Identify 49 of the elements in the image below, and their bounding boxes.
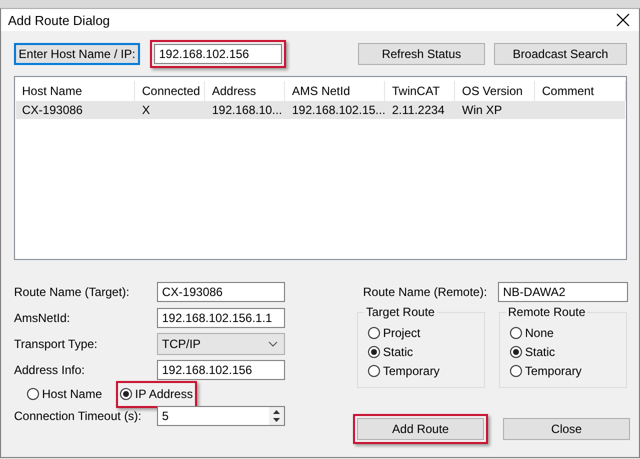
text-field[interactable]: 192.168.102.156 — [157, 360, 285, 380]
field-label: AmsNetId: — [14, 311, 72, 325]
text-field[interactable]: NB-DAWA2 — [498, 282, 628, 302]
host-input[interactable]: 192.168.102.156 — [154, 44, 282, 64]
table-row[interactable]: CX-193086 X 192.168.10... 192.168.102.15... 2.11.2234 Win XP — [16, 101, 625, 119]
text-field[interactable]: 192.168.102.156.1.1 — [157, 308, 285, 328]
close-button[interactable]: Close — [503, 418, 630, 440]
table-cell-text: X — [141, 102, 152, 119]
table-cell-text: 192.168.102.15... — [291, 102, 386, 119]
group-title: Remote Route — [506, 305, 588, 319]
field-label: Connection Timeout (s): — [14, 409, 142, 423]
radio-circle[interactable] — [368, 326, 380, 338]
spin-value: 5 — [161, 408, 170, 425]
radio-button[interactable]: IP Address — [120, 387, 193, 401]
radio-circle[interactable] — [510, 326, 522, 338]
radio-circle[interactable] — [27, 388, 39, 400]
table-cell-text: CX-193086 — [21, 102, 84, 119]
table-cell-text: Win XP — [461, 102, 504, 119]
radio-button[interactable]: Host Name — [27, 387, 102, 401]
radio-button[interactable]: Static — [510, 344, 556, 358]
group-title: Target Route — [364, 305, 437, 319]
dropdown[interactable]: TCP/IP — [157, 333, 285, 355]
text-field[interactable]: CX-193086 — [157, 282, 285, 302]
table-cell-text: 192.168.10... — [211, 102, 284, 119]
dropdown-value: TCP/IP — [162, 337, 201, 351]
field-label: Address Info: — [14, 363, 86, 377]
chevron-down-icon — [268, 341, 278, 347]
field-label: Transport Type: — [14, 337, 98, 351]
table-cell-text: 2.11.2234 — [391, 102, 446, 119]
radio-circle[interactable] — [120, 388, 132, 400]
field-label: Route Name (Target): — [14, 285, 130, 299]
field-label: Route Name (Remote): — [362, 285, 488, 299]
radio-circle[interactable] — [510, 346, 522, 358]
close-icon[interactable] — [615, 12, 631, 28]
radio-circle[interactable] — [368, 364, 380, 376]
spin-arrows-icon[interactable] — [269, 407, 284, 425]
search-button[interactable]: Broadcast Search — [494, 43, 627, 65]
radio-circle[interactable] — [510, 364, 522, 376]
radio-circle[interactable] — [368, 346, 380, 358]
radio-button[interactable]: Static — [368, 344, 414, 358]
radio-button[interactable]: None — [510, 326, 554, 340]
window-title: Add Route Dialog — [8, 12, 110, 28]
host-button[interactable]: Enter Host Name / IP: — [14, 43, 140, 65]
add-route-button[interactable]: Add Route — [357, 418, 484, 440]
radio-button[interactable]: Temporary — [368, 364, 440, 378]
spin-box[interactable]: 5 — [157, 406, 285, 426]
radio-button[interactable]: Temporary — [510, 364, 582, 378]
refresh-button[interactable]: Refresh Status — [358, 43, 485, 65]
radio-button[interactable]: Project — [368, 326, 420, 340]
